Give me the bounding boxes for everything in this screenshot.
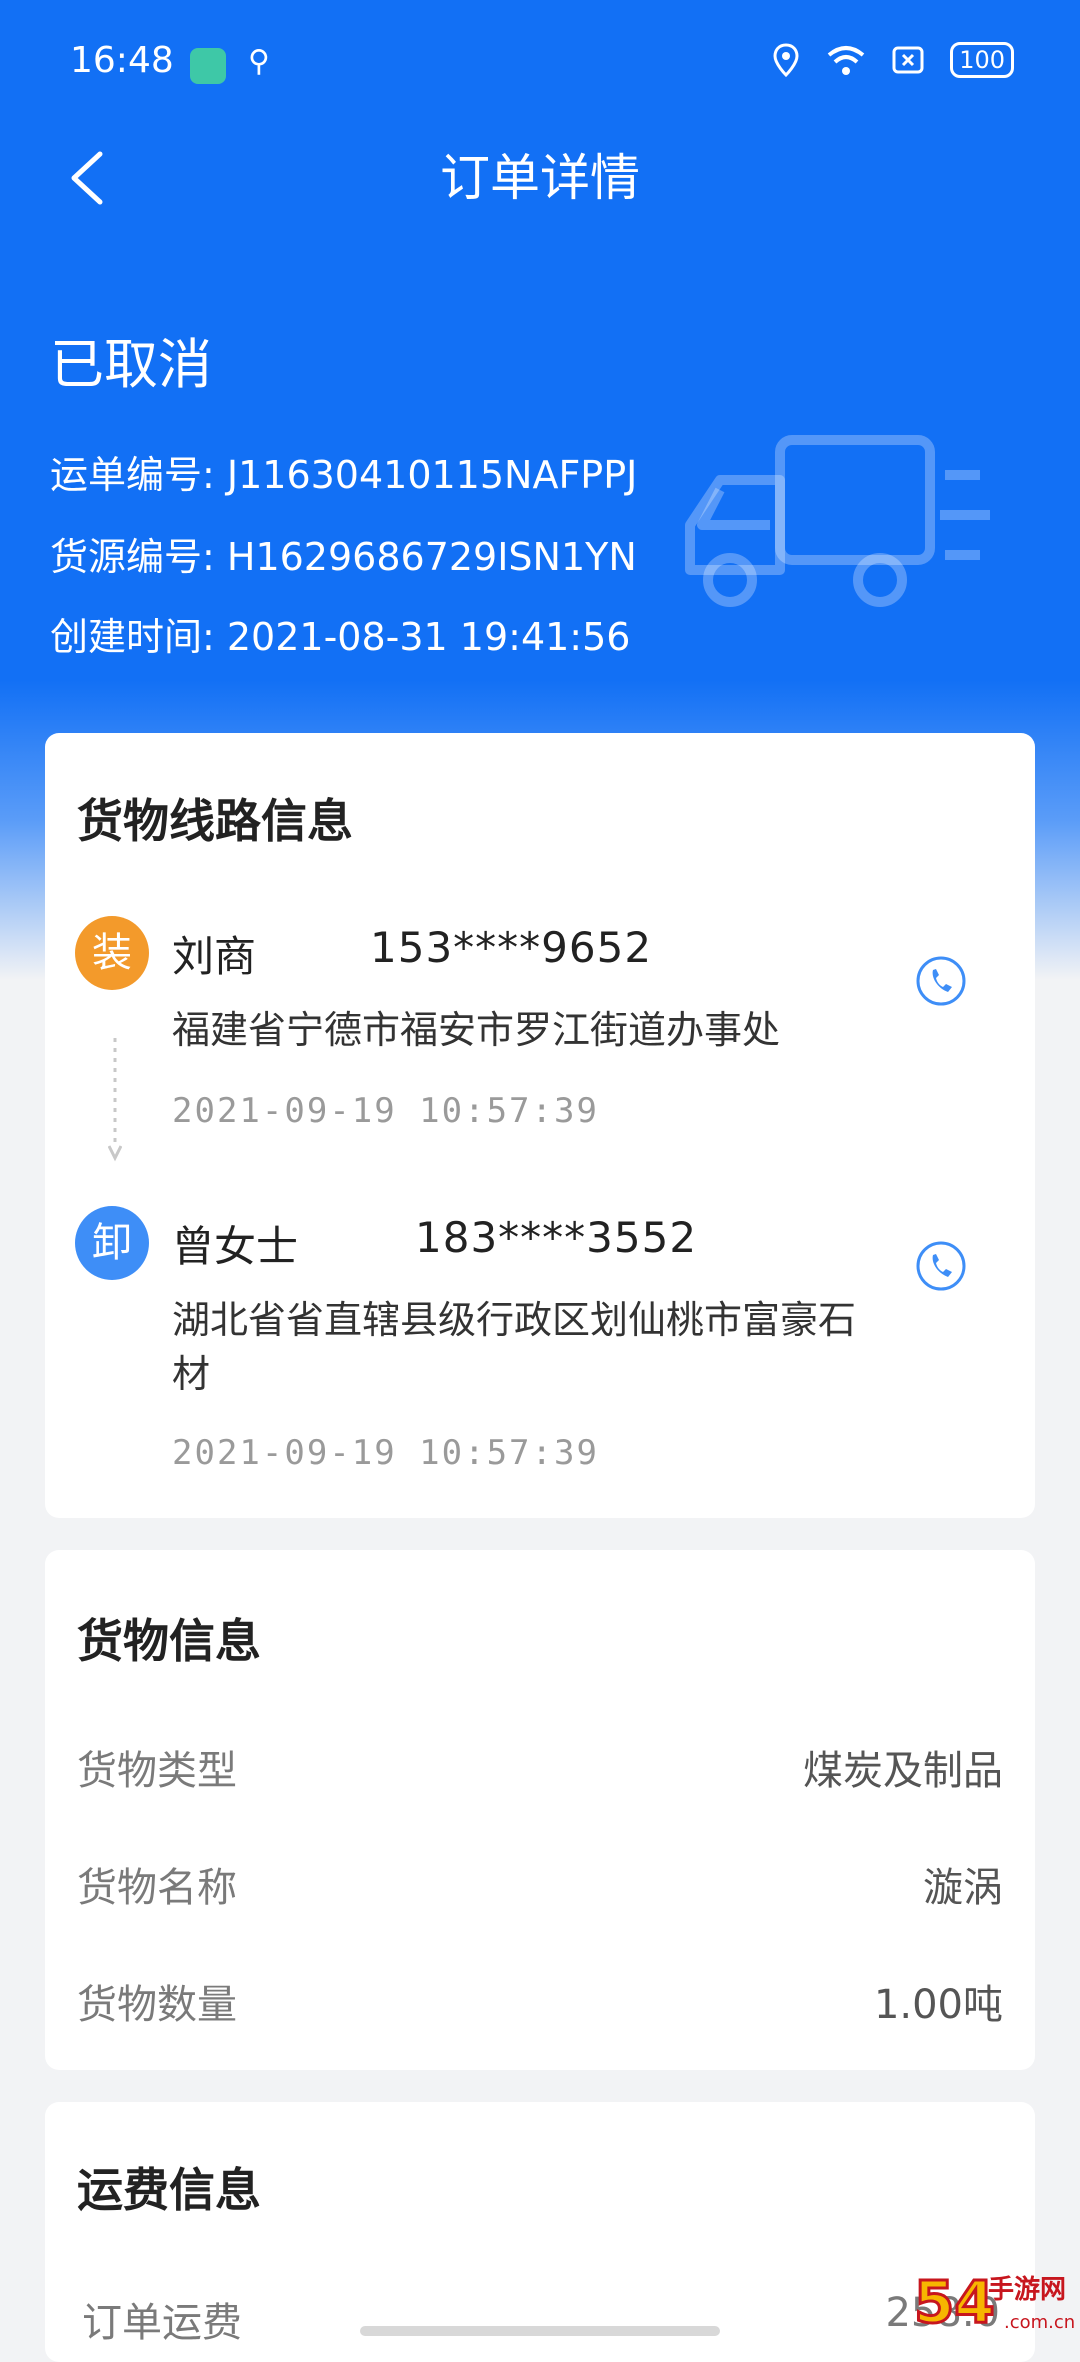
source-number: 货源编号: H1629686729ISN1YN — [50, 535, 637, 579]
loading-call-button[interactable] — [915, 955, 967, 1007]
svg-text:手游网: 手游网 — [988, 2275, 1066, 2305]
unloading-address: 湖北省省直辖县级行政区划仙桃市富豪石材 — [172, 1298, 857, 1396]
sim-icon — [892, 46, 924, 74]
loading-time: 2021-09-19 10:57:39 — [172, 1091, 599, 1131]
unloading-badge: 卸 — [75, 1206, 149, 1280]
unloading-call-button[interactable] — [915, 1240, 967, 1292]
freight-row-label: 订单运费 — [82, 2300, 242, 2342]
created-time: 创建时间: 2021-08-31 19:41:56 — [50, 615, 631, 659]
loading-address: 福建省宁德市福安市罗江街道办事处 — [172, 1008, 781, 1052]
goods-name-row: 货物名称 漩涡 — [77, 1855, 1003, 1915]
page-title: 订单详情 — [440, 149, 640, 207]
order-status: 已取消 — [50, 333, 212, 396]
battery-indicator: 100 — [950, 42, 1014, 78]
goods-card: 货物信息 货物类型 煤炭及制品 货物名称 漩涡 货物数量 1.00吨 — [45, 1550, 1035, 2070]
unloading-time: 2021-09-19 10:57:39 — [172, 1433, 599, 1473]
goods-type-value: 煤炭及制品 — [803, 1748, 1003, 1794]
svg-text:54: 54 — [914, 2268, 995, 2336]
wifi-icon — [827, 46, 865, 75]
usb-icon: ⚲ — [248, 44, 270, 79]
route-connector — [108, 1038, 122, 1162]
goods-type-label: 货物类型 — [77, 1748, 237, 1794]
watermark-logo: 54 手游网 .com.cn — [912, 2262, 1080, 2340]
loading-badge: 装 — [75, 916, 149, 990]
home-indicator[interactable] — [360, 2326, 720, 2336]
goods-quantity-value: 1.00吨 — [873, 1982, 1003, 2028]
goods-quantity-row: 货物数量 1.00吨 — [77, 1972, 1003, 2032]
truck-icon — [685, 435, 990, 607]
app-notification-icon — [190, 48, 226, 84]
nav-bar: 订单详情 — [0, 130, 1080, 226]
route-card-title: 货物线路信息 — [77, 794, 353, 848]
goods-quantity-label: 货物数量 — [77, 1982, 237, 2028]
goods-type-row: 货物类型 煤炭及制品 — [77, 1738, 1003, 1798]
route-card: 货物线路信息 装 刘商 153****9652 福建省宁德市福安市罗江街道办事处… — [45, 733, 1035, 1518]
status-time: 16:48 — [70, 40, 174, 81]
unloading-contact-phone: 183****3552 — [415, 1213, 698, 1262]
location-icon — [773, 43, 799, 77]
goods-name-label: 货物名称 — [77, 1865, 237, 1911]
goods-card-title: 货物信息 — [77, 1614, 261, 1668]
status-icons: 100 — [772, 42, 1014, 78]
freight-card-title: 运费信息 — [77, 2163, 261, 2217]
unloading-contact-name: 曾女士 — [172, 1222, 299, 1271]
svg-text:.com.cn: .com.cn — [1004, 2312, 1075, 2333]
status-bar: 16:48 ⚲ 100 — [0, 0, 1080, 130]
loading-contact-phone: 153****9652 — [370, 923, 653, 972]
loading-contact-name: 刘商 — [172, 932, 257, 981]
waybill-number: 运单编号: J11630410115NAFPPJ — [50, 453, 638, 497]
goods-name-value: 漩涡 — [923, 1865, 1003, 1911]
